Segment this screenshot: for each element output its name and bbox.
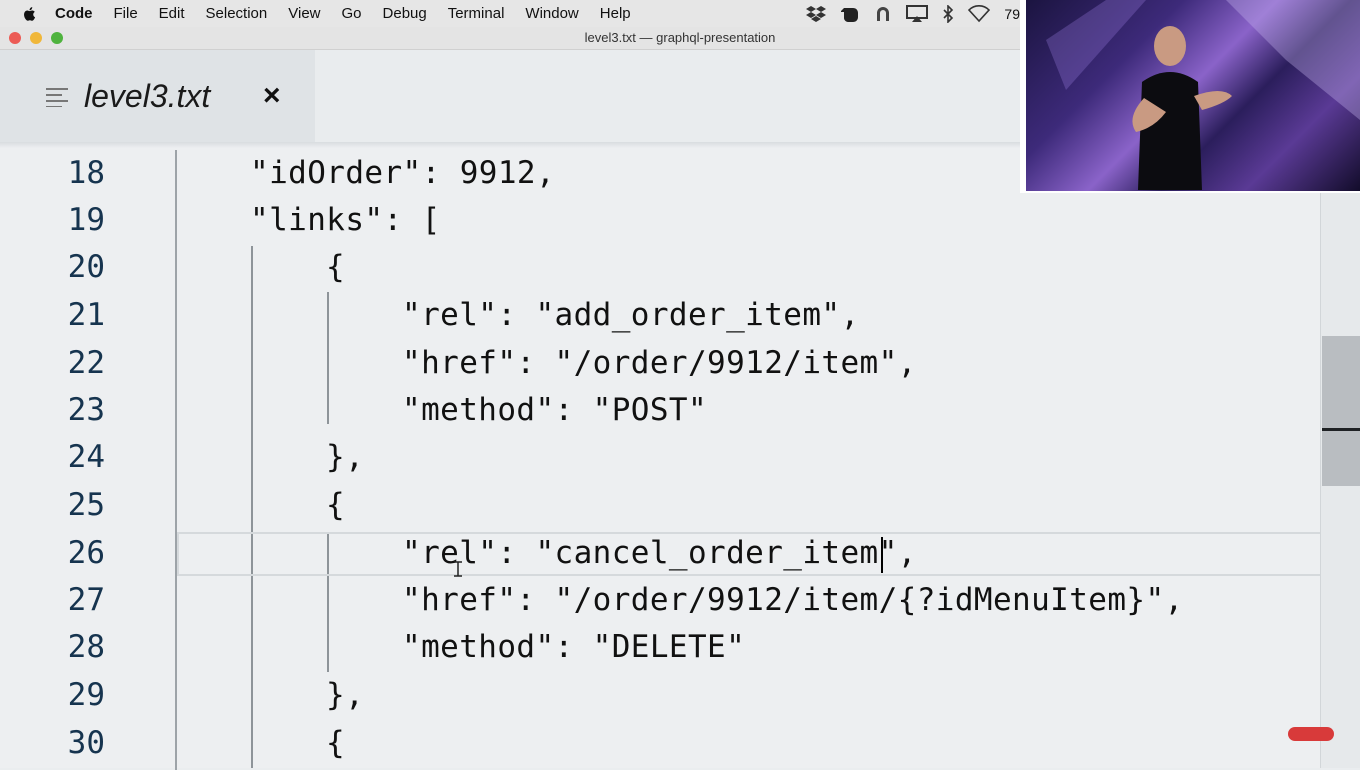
menu-terminal[interactable]: Terminal bbox=[448, 5, 505, 22]
evernote-icon[interactable] bbox=[840, 5, 860, 23]
menu-selection[interactable]: Selection bbox=[206, 5, 268, 22]
code-line: 20 { bbox=[0, 244, 1320, 291]
close-window-button[interactable] bbox=[9, 32, 21, 44]
bluetooth-icon[interactable] bbox=[942, 4, 954, 23]
line-number: 23 bbox=[67, 392, 105, 428]
apple-icon[interactable] bbox=[21, 5, 39, 23]
code-line: 19 "links": [ bbox=[0, 197, 1320, 244]
menu-debug[interactable]: Debug bbox=[383, 5, 427, 22]
code-text: "method": "POST" bbox=[402, 392, 708, 428]
line-number: 27 bbox=[67, 582, 105, 618]
ibeam-cursor-icon bbox=[454, 561, 462, 577]
code-line: 28 "method": "DELETE" bbox=[0, 624, 1320, 671]
code-text: "links": [ bbox=[250, 202, 441, 238]
menu-window[interactable]: Window bbox=[525, 5, 578, 22]
line-number: 21 bbox=[67, 297, 105, 333]
code-line: 30 { bbox=[0, 720, 1320, 767]
line-number: 20 bbox=[67, 249, 105, 285]
window-title: level3.txt — graphql-presentation bbox=[584, 30, 776, 45]
tab-level3[interactable]: level3.txt × bbox=[0, 50, 315, 142]
scrollbar-thumb[interactable] bbox=[1322, 336, 1360, 486]
menu-help[interactable]: Help bbox=[600, 5, 631, 22]
line-number: 18 bbox=[67, 155, 105, 191]
timemachine-icon[interactable] bbox=[874, 5, 892, 23]
line-number: 19 bbox=[67, 202, 105, 238]
status-icons: 79 bbox=[806, 0, 1020, 27]
line-number: 28 bbox=[67, 629, 105, 665]
line-number: 24 bbox=[67, 439, 105, 475]
menu-view[interactable]: View bbox=[288, 5, 320, 22]
line-number: 26 bbox=[67, 535, 105, 571]
zoom-window-button[interactable] bbox=[51, 32, 63, 44]
code-editor[interactable]: 18 "idOrder": 9912, 19 "links": [ 20 { 2… bbox=[0, 142, 1360, 770]
code-text: "method": "DELETE" bbox=[402, 629, 746, 665]
scrollbar-cursor-marker bbox=[1322, 428, 1360, 431]
speaker-video-overlay bbox=[1020, 0, 1360, 193]
code-text: "rel": "cancel_order_item", bbox=[402, 535, 917, 571]
speaker-figure bbox=[1046, 0, 1360, 190]
line-number: 30 bbox=[67, 725, 105, 761]
lines-icon bbox=[46, 88, 68, 107]
code-line: 29 }, bbox=[0, 672, 1320, 719]
tab-close-icon[interactable]: × bbox=[263, 81, 281, 111]
tab-title: level3.txt bbox=[84, 77, 211, 114]
wifi-icon[interactable] bbox=[968, 4, 991, 23]
code-line: 24 }, bbox=[0, 434, 1320, 481]
line-number: 29 bbox=[67, 677, 105, 713]
line-number: 25 bbox=[67, 487, 105, 523]
battery-percent: 79 bbox=[1004, 5, 1020, 22]
code-text: "rel": "add_order_item", bbox=[402, 297, 860, 333]
menu-code[interactable]: Code bbox=[55, 5, 93, 22]
line-number: 22 bbox=[67, 345, 105, 381]
code-line: 27 "href": "/order/9912/item/{?idMenuIte… bbox=[0, 577, 1320, 624]
airplay-icon[interactable] bbox=[906, 4, 929, 23]
code-line: 22 "href": "/order/9912/item", bbox=[0, 340, 1320, 387]
menu-file[interactable]: File bbox=[114, 5, 138, 22]
code-line: 21 "rel": "add_order_item", bbox=[0, 292, 1320, 339]
code-text: "href": "/order/9912/item", bbox=[402, 345, 917, 381]
code-text: "href": "/order/9912/item/{?idMenuItem}"… bbox=[402, 582, 1184, 618]
code-text: "idOrder": 9912, bbox=[250, 155, 556, 191]
menu-go[interactable]: Go bbox=[342, 5, 362, 22]
dropbox-icon[interactable] bbox=[806, 5, 827, 23]
minimize-window-button[interactable] bbox=[30, 32, 42, 44]
code-line: 23 "method": "POST" bbox=[0, 387, 1320, 434]
menu-edit[interactable]: Edit bbox=[159, 5, 185, 22]
code-text: { bbox=[326, 487, 346, 523]
code-line-current: 26 "rel": "cancel_order_item", bbox=[0, 530, 1320, 577]
channel-watermark-icon bbox=[1288, 727, 1334, 741]
code-text: }, bbox=[326, 677, 365, 713]
code-line: 25 { bbox=[0, 482, 1320, 529]
code-text: }, bbox=[326, 439, 365, 475]
code-text: { bbox=[326, 725, 346, 761]
code-text: { bbox=[326, 249, 346, 285]
